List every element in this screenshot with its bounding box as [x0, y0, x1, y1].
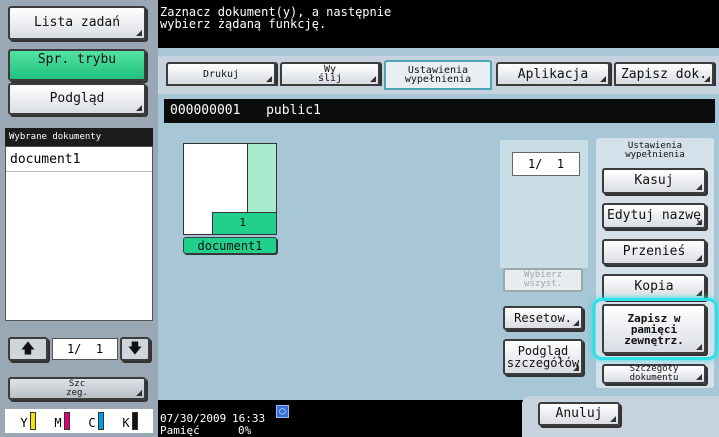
detail-preview-button[interactable]: Podgląd szczegółów — [503, 339, 583, 375]
tab-application[interactable]: Aplikacja — [496, 62, 610, 86]
page-indicator: 1/ 1 — [52, 338, 118, 360]
toner-black: K — [122, 412, 138, 430]
document-page-count: 1 — [212, 212, 277, 235]
status-memory-value: 0% — [238, 424, 252, 437]
doc-details-button[interactable]: Szczegóły dokumentu — [602, 364, 706, 384]
arrow-up-icon: 🡅 — [20, 341, 36, 357]
box-info-bar: 000000001 public1 — [164, 99, 715, 123]
toner-magenta: M — [54, 412, 70, 430]
instruction-message: Zaznacz dokument(y), a następnie wybierz… — [158, 0, 719, 48]
status-memory-label: Pamięć — [160, 424, 200, 437]
edit-name-button[interactable]: Edytuj nazwę — [602, 203, 706, 229]
box-number: 000000001 — [170, 103, 241, 118]
box-name: public1 — [266, 103, 321, 118]
preview-button[interactable]: Podgląd — [8, 83, 146, 115]
mode-check-button[interactable]: Spr. trybu — [8, 49, 146, 81]
scroll-up-button[interactable]: 🡅 — [8, 337, 48, 361]
reset-button[interactable]: Resetow. — [503, 306, 583, 330]
save-external-button[interactable]: Zapisz w pamięci zewnętrz. — [602, 304, 706, 354]
selected-doc-item[interactable]: document1 — [6, 148, 152, 172]
toner-cyan: C — [88, 412, 104, 430]
job-list-button[interactable]: Lista zadań — [8, 6, 146, 40]
tab-send[interactable]: Wy ślij — [280, 62, 380, 86]
select-all-button[interactable]: Wybierz wszyst. — [503, 268, 583, 292]
scroll-down-button[interactable]: 🡇 — [120, 337, 150, 361]
cancel-button[interactable]: Anuluj — [538, 402, 620, 426]
copy-button[interactable]: Kopia — [602, 274, 706, 300]
action-panel-title: Ustawienia wypełnienia — [625, 141, 685, 160]
delete-button[interactable]: Kasuj — [602, 168, 706, 194]
selected-docs-list — [5, 146, 153, 321]
toner-yellow: Y — [20, 412, 36, 430]
arrow-down-icon: 🡇 — [127, 341, 143, 357]
document-name-button[interactable]: document1 — [183, 237, 277, 254]
network-icon: ⬡ — [276, 405, 289, 418]
tab-save-document[interactable]: Zapisz dok. — [614, 62, 714, 86]
detail-button[interactable]: Szc zeg. — [8, 377, 146, 400]
move-button[interactable]: Przenieś — [602, 239, 706, 265]
tab-fill-settings[interactable]: Ustawienia wypełnienia — [384, 60, 492, 90]
tab-print[interactable]: Drukuj — [166, 62, 276, 86]
toner-indicator: Y M C K — [5, 409, 153, 433]
page-counter: 1/ 1 — [512, 152, 580, 176]
selected-docs-header: Wybrane dokumenty — [5, 128, 153, 146]
